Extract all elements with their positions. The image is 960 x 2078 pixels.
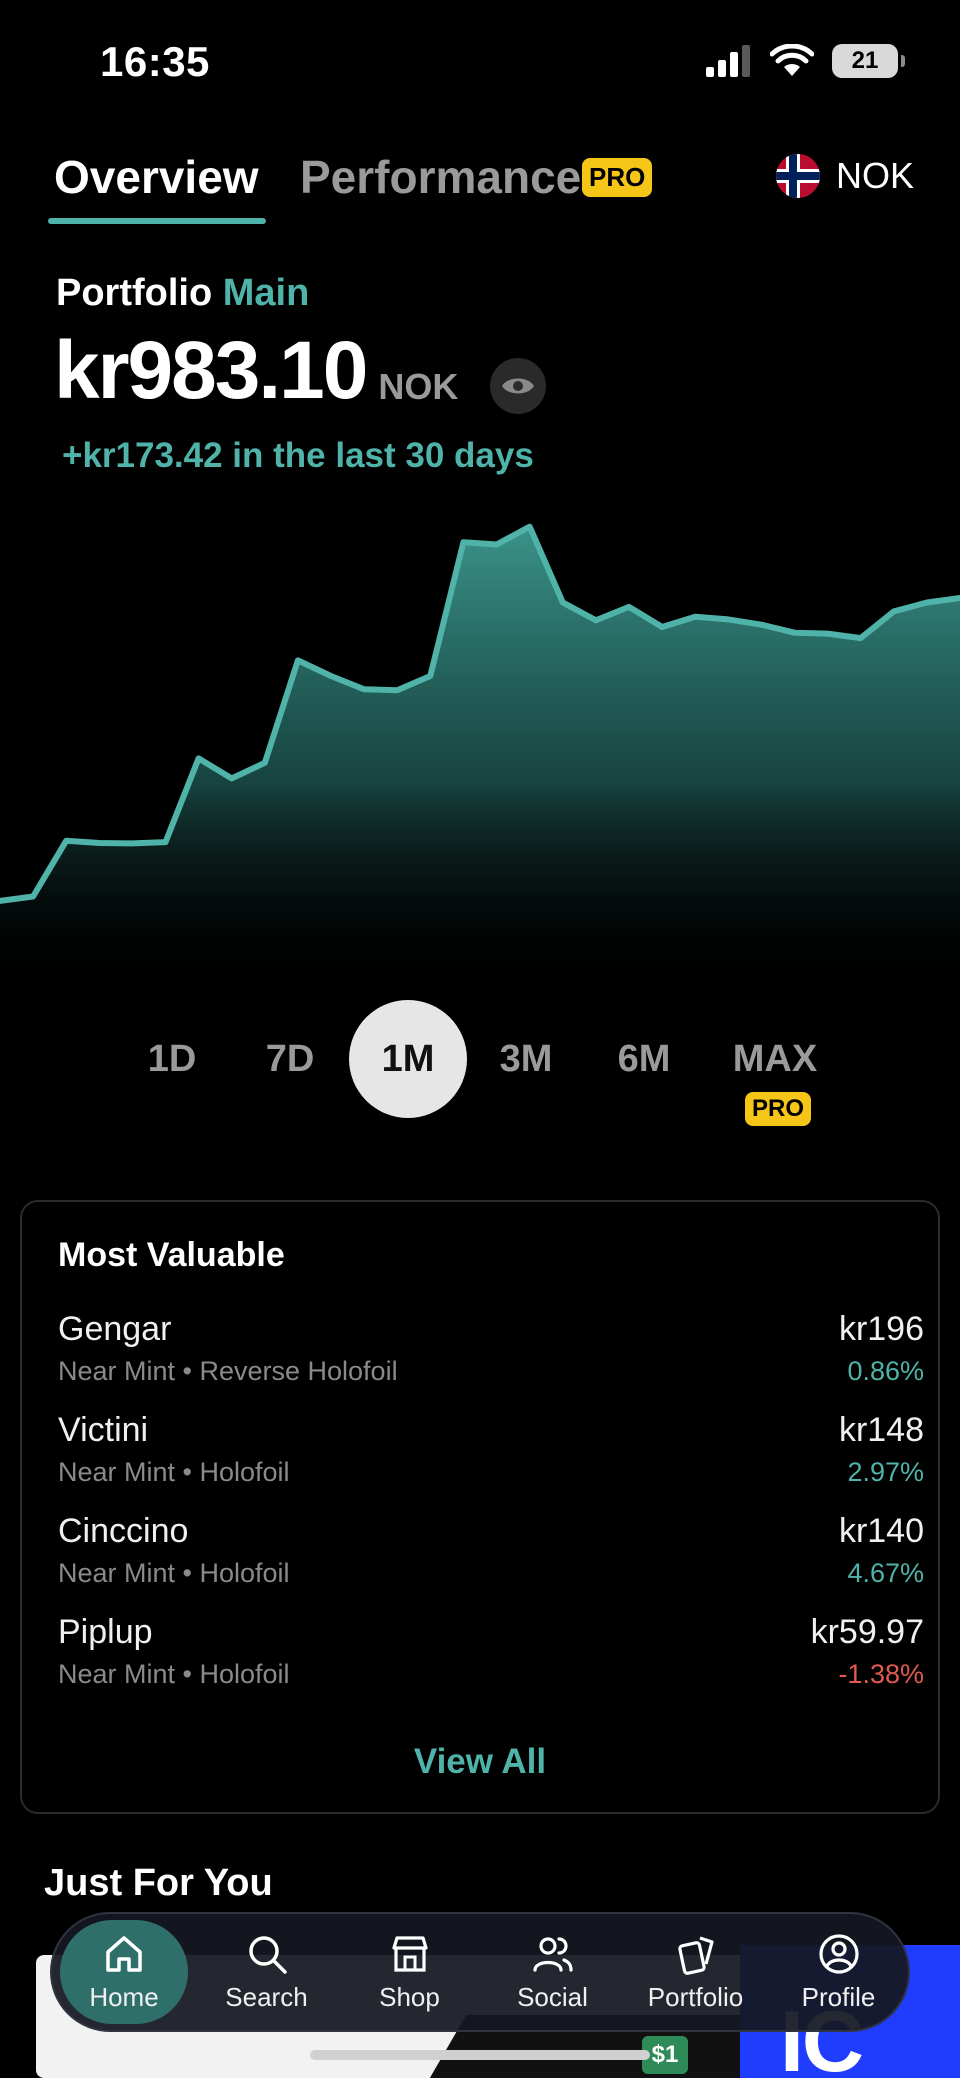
status-bar: 16:35 21 [0,0,960,130]
nav-shop[interactable]: Shop [338,1914,481,2030]
nav-profile[interactable]: Profile [767,1914,910,2030]
nav-social[interactable]: Social [481,1914,624,2030]
most-valuable-card: Most Valuable Gengar Near Mint • Reverse … [20,1200,940,1814]
nav-label: Portfolio [647,1981,744,2012]
tab-active-indicator [48,218,266,224]
nav-portfolio[interactable]: Portfolio [624,1914,767,2030]
most-valuable-item[interactable]: Piplup Near Mint • Holofoil kr59.97 -1.38% [58,1613,924,1703]
card-name: Victini [58,1411,149,1449]
card-name: Gengar [58,1310,172,1348]
card-condition: Near Mint • Holofoil [58,1457,290,1487]
most-valuable-item[interactable]: Victini Near Mint • Holofoil kr148 2.97% [58,1411,924,1501]
home-indicator [310,2050,650,2060]
range-button-3m[interactable]: 3M [467,1000,585,1118]
card-condition: Near Mint • Holofoil [58,1558,290,1588]
nav-search[interactable]: Search [195,1914,338,2030]
portfolio-label[interactable]: Portfolio Main [56,272,309,315]
max-pro-badge: PRO [745,1092,812,1126]
norway-flag-icon [775,154,820,198]
card-price: kr196 [838,1310,924,1348]
portfolio-value: kr983.10 [54,325,368,416]
card-change: 2.97% [847,1457,924,1487]
top-tabs: Overview Performance PRO NOK [0,140,960,240]
range-button-1m[interactable]: 1M [349,1000,467,1118]
portfolio-value-row: kr983.10 NOK [54,330,458,412]
social-icon [532,1936,573,1972]
portfolio-name: Main [222,272,310,314]
portfolio-chart[interactable] [0,500,960,990]
nav-label: Profile [801,1981,876,2012]
just-for-you-title: Just For You [44,1862,273,1904]
tab-overview[interactable]: Overview [54,150,259,204]
pro-badge: PRO [582,158,653,197]
status-icons: 21 [706,44,905,78]
shop-icon [391,1935,428,1972]
nav-label: Social [517,1981,588,2012]
status-time: 16:35 [100,38,210,85]
card-change: -1.38% [838,1659,924,1689]
nav-label: Search [225,1981,308,2012]
range-button-1d[interactable]: 1D [113,1000,231,1118]
portfolio-icon [677,1935,714,1975]
card-name: Piplup [58,1613,153,1651]
card-price: kr59.97 [810,1613,924,1651]
card-price: kr148 [838,1411,924,1449]
tab-performance[interactable]: Performance [300,150,581,204]
eye-icon [502,378,534,394]
search-icon [248,1935,287,1974]
portfolio-label-text: Portfolio [56,272,213,314]
card-name: Cinccino [58,1512,189,1550]
currency-label: NOK [835,155,914,196]
most-valuable-title: Most Valuable [58,1236,285,1274]
card-condition: Near Mint • Reverse Holofoil [58,1356,398,1386]
card-change: 4.67% [847,1558,924,1588]
range-button-7d[interactable]: 7D [231,1000,349,1118]
visibility-toggle-button[interactable] [490,358,546,414]
nav-home[interactable]: Home [60,1920,188,2024]
card-price: kr140 [838,1512,924,1550]
chart-area [0,526,960,990]
nav-label: Home [89,1981,159,2012]
home-icon [106,1935,142,1972]
view-all-link[interactable]: View All [22,1742,938,1782]
card-condition: Near Mint • Holofoil [58,1659,290,1689]
most-valuable-item[interactable]: Gengar Near Mint • Reverse Holofoil kr196 0… [58,1310,924,1400]
wifi-icon [770,44,814,76]
card-change: 0.86% [847,1356,924,1386]
profile-icon [818,1933,859,1974]
nav-label: Shop [379,1981,440,2012]
bottom-nav: Home Search Shop Social Portfolio Profil… [50,1912,910,2032]
signal-icon [706,45,750,77]
range-selector: 1D 7D 1M 3M 6M MAX [0,1000,960,1130]
most-valuable-item[interactable]: Cinccino Near Mint • Holofoil kr140 4.67% [58,1512,924,1602]
currency-selector[interactable]: NOK [775,154,914,198]
portfolio-value-currency: NOK [378,366,459,407]
portfolio-change: +kr173.42 in the last 30 days [62,436,534,475]
range-button-6m[interactable]: 6M [585,1000,703,1118]
battery-icon: 21 [832,44,905,78]
